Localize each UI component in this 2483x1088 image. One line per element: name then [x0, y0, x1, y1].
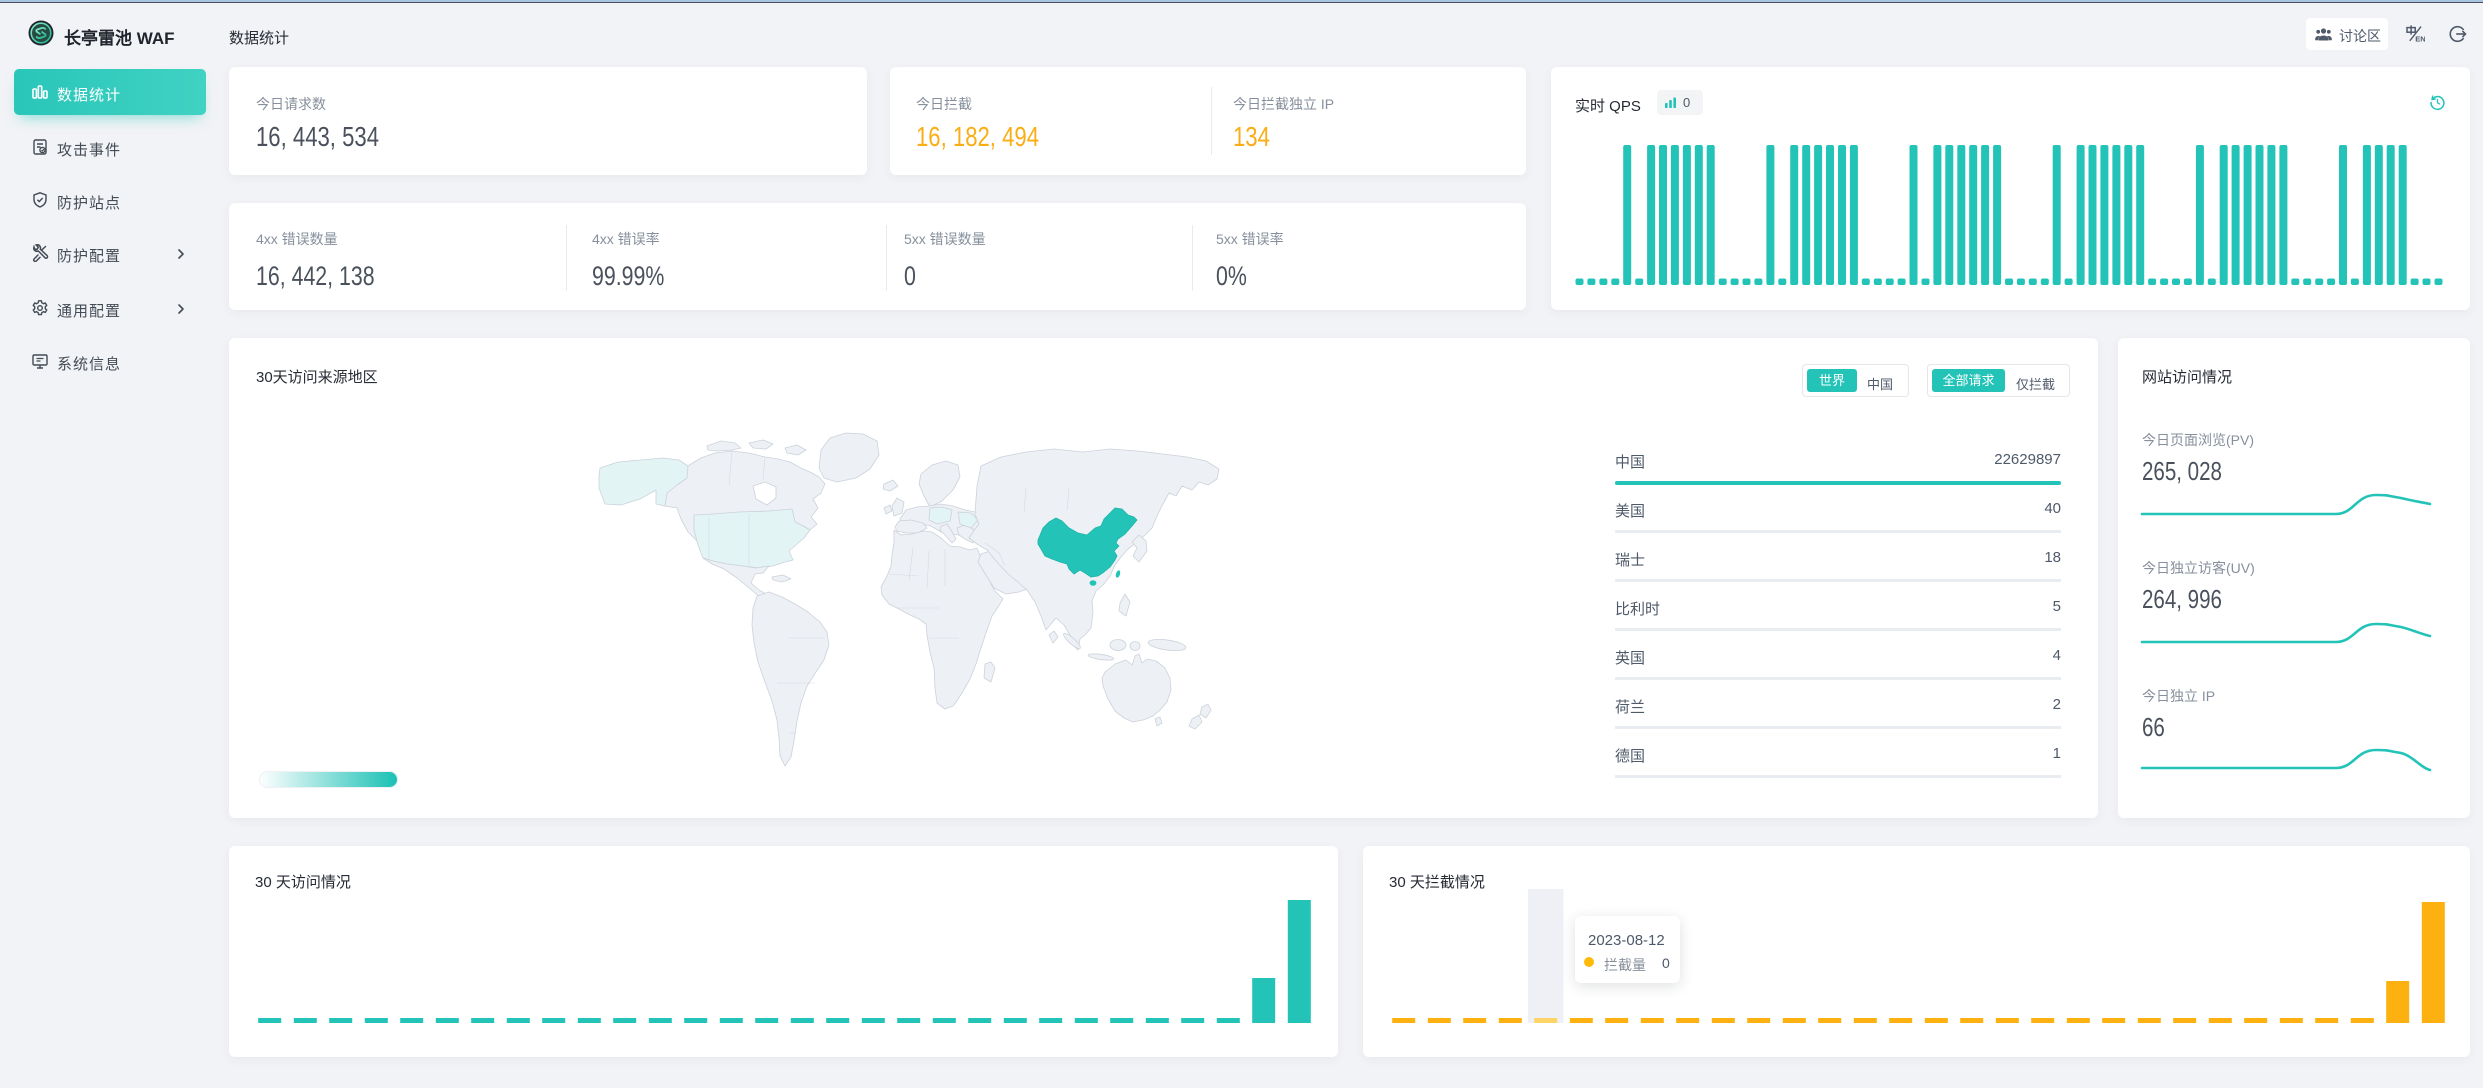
svg-text:EN: EN [2415, 35, 2425, 44]
